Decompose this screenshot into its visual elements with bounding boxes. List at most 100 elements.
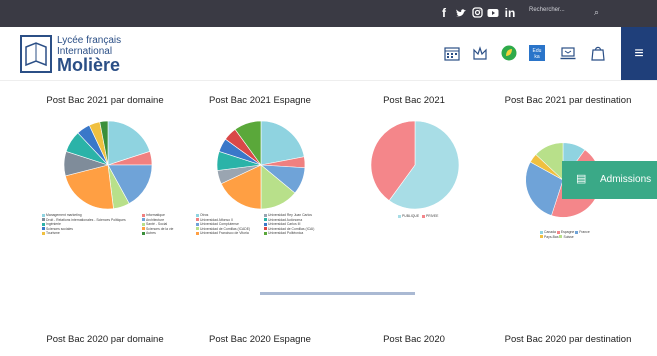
legend-label: Tourisme (46, 231, 60, 236)
legend-swatch (264, 222, 267, 226)
legend-label: PRIVEE (425, 214, 439, 218)
svg-text:ka: ka (534, 54, 540, 60)
logo-text-line3: Molière (57, 55, 121, 75)
admissions-button[interactable]: ▤ Admissions (562, 161, 657, 199)
legend-right-column: Informatique Architecture Santé - Social… (142, 213, 173, 236)
legend-destination-2021: Canada Espagne France Pays-Bas Suisse (540, 230, 610, 239)
legend-swatch (196, 213, 199, 217)
legend-item: France (575, 230, 590, 234)
chart-title-destination-2021: Post Bac 2021 par destination (504, 95, 632, 106)
legend-swatch (42, 231, 45, 235)
chart-title-destination-2020: Post Bac 2020 par destination (504, 334, 632, 345)
legend-swatch (42, 218, 45, 222)
legend-swatch (575, 230, 579, 234)
pie-chart-domaine-2021 (63, 120, 153, 210)
legend-label: Suisse (563, 234, 574, 239)
youtube-icon[interactable] (487, 5, 499, 21)
legend-label: Universidad de Comillas (ICAI) (268, 226, 315, 231)
legend-right-column: Universidad Rey Juan Carlos Universidad … (264, 213, 314, 236)
legend-swatch (540, 230, 543, 234)
legend-swatch (264, 218, 267, 222)
legend-label: Ingénierie (46, 222, 61, 227)
search-input[interactable]: Rechercher... (529, 7, 565, 13)
chart-title-espagne-2021: Post Bac 2021 Espagne (209, 95, 311, 106)
legend-label: Informatique (146, 213, 165, 217)
chart-title-espagne-2020: Post Bac 2020 Espagne (209, 334, 311, 345)
logo-icon[interactable] (20, 35, 52, 73)
legend-label: Universidad Politécnica (268, 231, 304, 236)
facebook-icon[interactable]: f (439, 5, 449, 21)
legend-swatch (196, 227, 199, 231)
top-bar: f in Rechercher... ⌕ (0, 0, 657, 27)
legend-item: Autres (142, 231, 173, 236)
logo-text-line1: Lycée français (57, 35, 122, 46)
legend-label: Sciences sociales (46, 226, 73, 231)
legend-label: Architecture (146, 217, 165, 222)
legend-label: Universidad Alfonso X (200, 217, 234, 222)
legend-label: Santé - Social (146, 222, 168, 227)
pie-chart-espagne-2021 (216, 120, 306, 210)
legend-swatch (196, 222, 199, 226)
legend-swatch (142, 218, 145, 222)
legend-label: Otros (200, 213, 209, 217)
legend-item: PUBLIQUE (398, 214, 419, 218)
legend-2021: PUBLIQUE PRIVEE (398, 214, 458, 219)
leaf-icon[interactable] (501, 45, 517, 61)
legend-swatch (142, 222, 145, 226)
section-divider (260, 292, 415, 295)
legend-label: France (579, 230, 590, 234)
legend-swatch (264, 213, 267, 217)
legend-swatch (142, 213, 145, 217)
legend-label: Universidad Rey Juan Carlos (268, 213, 312, 217)
chart-title-2020: Post Bac 2020 (383, 334, 445, 345)
legend-swatch (142, 227, 145, 231)
legend-item: Universidad Francisco de Vitoria (196, 231, 250, 236)
chart-title-domaine-2020: Post Bac 2020 par domaine (46, 334, 164, 345)
instagram-icon[interactable] (471, 5, 483, 21)
legend-label: Espagne (560, 230, 575, 234)
search-icon[interactable]: ⌕ (594, 7, 599, 18)
legend-item: Universidad Politécnica (264, 231, 314, 236)
legend-label: Management marketing (46, 213, 82, 217)
laptop-icon[interactable] (560, 45, 576, 61)
edu-icon[interactable]: Edu ka (529, 45, 545, 61)
legend-label: Droit - Relations internationales - Scie… (46, 217, 126, 222)
legend-label: Universidad de Comillas (ICADE) (200, 226, 251, 231)
legend-label: Universidad Complutense (200, 222, 239, 227)
chart-title-domaine-2021: Post Bac 2021 par domaine (46, 95, 164, 106)
menu-button[interactable]: ≡ (621, 27, 657, 80)
people-icon[interactable] (472, 45, 488, 61)
legend-left-column: Management marketing Droit - Relations i… (42, 213, 126, 236)
legend-swatch (264, 231, 267, 235)
legend-label: Universidad Carlos III (268, 222, 301, 227)
bag-icon[interactable] (590, 45, 606, 61)
legend-swatch (42, 213, 45, 217)
calendar-icon[interactable] (444, 45, 460, 61)
legend-item: Espagne (556, 230, 575, 234)
twitter-icon[interactable] (455, 5, 467, 21)
legend-swatch (540, 235, 543, 239)
legend-label: Canada (544, 230, 556, 234)
legend-left-column: Otros Universidad Alfonso X Universidad … (196, 213, 250, 236)
site-header: Lycée français International Molière Edu… (0, 27, 657, 81)
legend-item: Suisse (559, 234, 574, 239)
legend-label: Sciences de la vie (146, 226, 174, 231)
legend-swatch (196, 231, 199, 235)
legend-label: Universidad Francisco de Vitoria (200, 231, 249, 236)
pie-chart-2021 (370, 120, 460, 210)
legend-item: PRIVEE (421, 214, 439, 218)
chart-title-2021: Post Bac 2021 (383, 95, 445, 106)
legend-swatch (142, 231, 145, 235)
legend-label: Universidad Autónoma (268, 217, 303, 222)
document-icon: ▤ (576, 173, 587, 185)
legend-swatch (42, 222, 45, 226)
legend-item: Pays-Bas (540, 235, 559, 239)
legend-swatch (556, 230, 560, 234)
admissions-label: Admissions (600, 174, 652, 185)
linkedin-icon[interactable]: in (504, 5, 516, 21)
legend-label: Autres (146, 231, 156, 236)
legend-swatch (398, 214, 401, 218)
legend-item: Tourisme (42, 231, 126, 236)
legend-swatch (421, 214, 425, 218)
legend-swatch (196, 218, 199, 222)
